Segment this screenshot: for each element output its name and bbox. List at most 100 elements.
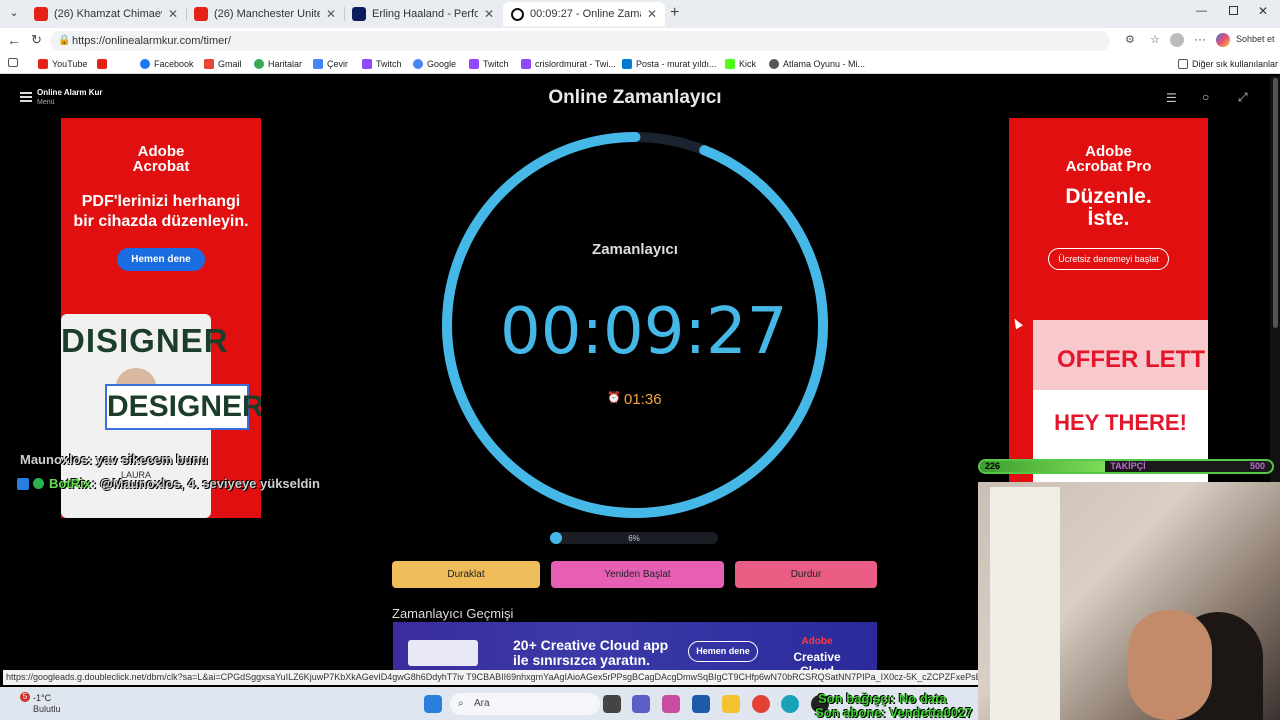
bookmark-crislord[interactable]: crislordmurat - Twi... — [521, 57, 616, 71]
close-icon[interactable]: ✕ — [647, 7, 657, 21]
menu-label: Menü — [37, 99, 55, 106]
folder-icon — [1178, 59, 1188, 69]
fullscreen-icon[interactable]: ⤢ — [1238, 90, 1248, 105]
tab-1[interactable]: (26) Khamzat Chimaev vs Kamaru ✕ — [26, 2, 186, 26]
tab-3[interactable]: Erling Haaland - Performans bilgil ✕ — [344, 2, 502, 26]
file-explorer-icon[interactable] — [722, 695, 740, 713]
ad-cta-button[interactable]: Hemen dene — [117, 248, 205, 271]
google-icon — [413, 59, 423, 69]
bookmark-youtube-2[interactable] — [97, 57, 107, 71]
bookmark-other[interactable]: Diğer sık kullanılanlar — [1178, 57, 1278, 71]
lock-icon: 🔒 — [58, 35, 71, 46]
bookmark-posta[interactable]: Posta - murat yıldı... — [622, 57, 717, 71]
ad-cta-wrap: Hemen dene — [61, 248, 261, 271]
ad-brand: Adobe — [801, 636, 833, 647]
tab-list-button[interactable]: ⌄ — [6, 6, 22, 22]
ad-brand-product: Acrobat — [132, 158, 190, 175]
pause-button[interactable]: Duraklat — [392, 561, 540, 588]
close-icon[interactable]: ✕ — [326, 7, 336, 21]
ad-headline-1: 20+ Creative Cloud app — [513, 637, 669, 653]
ad-brand: Adobe — [137, 143, 185, 160]
bookmark-label: Google — [427, 59, 457, 69]
ad-headline: PDF'lerinizi herhangi bir cihazda düzenl… — [73, 193, 249, 230]
twitch-icon — [521, 59, 531, 69]
bookmark-youtube[interactable]: YouTube — [38, 57, 87, 71]
minimize-button[interactable]: — — [1196, 5, 1207, 17]
sohbet-button[interactable]: Sohbet et — [1236, 34, 1275, 44]
profile-avatar[interactable] — [1170, 33, 1184, 47]
scrollbar[interactable] — [1270, 76, 1280, 482]
bookmark-label: Twitch — [483, 59, 509, 69]
ad-cta-button[interactable]: Ücretsiz denemeyi başlat — [1048, 248, 1169, 270]
store-icon[interactable] — [692, 695, 710, 713]
address-bar[interactable]: 🔒 https://onlinealarmkur.com/timer/ — [50, 31, 1110, 51]
chrome-icon[interactable] — [752, 695, 770, 713]
bookmark-label: Çevir — [327, 59, 349, 69]
bookmark-cevir[interactable]: Çevir — [313, 57, 348, 71]
youtube-icon — [38, 59, 48, 69]
follower-target: 500 — [1250, 461, 1266, 471]
hamburger-icon[interactable] — [20, 92, 32, 102]
ad-bottom[interactable]: 20+ Creative Cloud app ile sınırsızca ya… — [393, 622, 877, 670]
maximize-button[interactable] — [1229, 6, 1238, 15]
new-tab-button[interactable]: + — [670, 4, 679, 22]
copilot-app-icon[interactable] — [662, 695, 680, 713]
taskbar-search[interactable]: ⌕ Ara — [450, 693, 600, 715]
bookmark-haritalar[interactable]: Haritalar — [254, 57, 302, 71]
ad-hey-text: HEY THERE! — [1054, 410, 1187, 435]
close-icon[interactable]: ✕ — [484, 7, 494, 21]
outlook-icon — [622, 59, 632, 69]
bookmark-gmail[interactable]: Gmail — [204, 57, 242, 71]
verified-icon — [33, 478, 44, 489]
weather-temp[interactable]: -1°C — [33, 693, 51, 703]
game-icon — [769, 59, 779, 69]
tab-2[interactable]: (26) Manchester United (2-0) Man ✕ — [186, 2, 344, 26]
youtube-icon — [34, 7, 48, 21]
lightbulb-icon[interactable]: ○ — [1202, 90, 1209, 104]
bookmark-facebook[interactable]: Facebook — [140, 57, 194, 71]
restart-button[interactable]: Yeniden Başlat — [551, 561, 724, 588]
favorites-icon[interactable]: ☆ — [1150, 33, 1160, 46]
tab-title: (26) Manchester United (2-0) Man — [214, 8, 320, 20]
edge-icon[interactable] — [781, 695, 799, 713]
sidebar-icon[interactable] — [8, 58, 18, 67]
bookmark-label: Twitch — [376, 59, 402, 69]
bookmark-kick[interactable]: Kick — [725, 57, 756, 71]
ad-headline-2: ile sınırsızca yaratın. — [513, 652, 650, 668]
window-close-button[interactable]: ✕ — [1258, 4, 1268, 18]
tab-title: 00:09:27 - Online Zamanlayıcı - Sa — [530, 8, 641, 20]
ad-right[interactable]: Adobe Acrobat Pro Düzenle. İste. Ücretsi… — [1009, 118, 1208, 482]
more-icon[interactable]: ··· — [1194, 32, 1206, 46]
twitch-icon — [469, 59, 479, 69]
scrollbar-thumb[interactable] — [1272, 78, 1278, 328]
tab-4-active[interactable]: 00:09:27 - Online Zamanlayıcı - Sa ✕ — [503, 2, 665, 26]
ad-cta-button[interactable]: Hemen dene — [688, 641, 758, 662]
site-name[interactable]: Online Alarm Kur — [37, 88, 103, 97]
bookmark-twitch[interactable]: Twitch — [362, 57, 402, 71]
back-icon[interactable]: ← — [7, 32, 21, 48]
windows-start-icon[interactable] — [424, 695, 442, 713]
settings-sliders-icon[interactable]: ☰ — [1166, 91, 1177, 105]
extensions-icon[interactable]: ⚙ — [1125, 33, 1135, 46]
chat-line-2: : @Maunoxlos, 4. seviyeye yükseldin — [92, 476, 320, 491]
bookmark-atlama[interactable]: Atlama Oyunu - Mi... — [769, 57, 865, 71]
close-icon[interactable]: ✕ — [168, 7, 178, 21]
youtube-icon — [97, 59, 107, 69]
webcam-overlay — [978, 482, 1280, 720]
bookmark-label: Facebook — [154, 59, 194, 69]
last-donor: Son bağışçı: No data — [818, 691, 947, 706]
refresh-icon[interactable]: ↻ — [31, 32, 42, 48]
bookmark-label: Diğer sık kullanılanlar — [1192, 59, 1279, 69]
bookmark-twitch-2[interactable]: Twitch — [469, 57, 509, 71]
chat-line-1: Maunoxlos: yav sikecem bunu — [20, 452, 208, 467]
search-icon: ⌕ — [458, 698, 464, 709]
last-subscriber: Son abone: Vendetta0027 — [815, 705, 973, 720]
teams-icon[interactable] — [632, 695, 650, 713]
task-view-icon[interactable] — [603, 695, 621, 713]
bookmark-google[interactable]: Google — [413, 57, 456, 71]
stop-button[interactable]: Durdur — [735, 561, 877, 588]
bookmark-label: YouTube — [52, 59, 88, 69]
search-placeholder: Ara — [474, 698, 490, 709]
alarm-icon: ⏰ — [607, 392, 621, 404]
chat-bot-name: BotRix — [49, 476, 91, 491]
